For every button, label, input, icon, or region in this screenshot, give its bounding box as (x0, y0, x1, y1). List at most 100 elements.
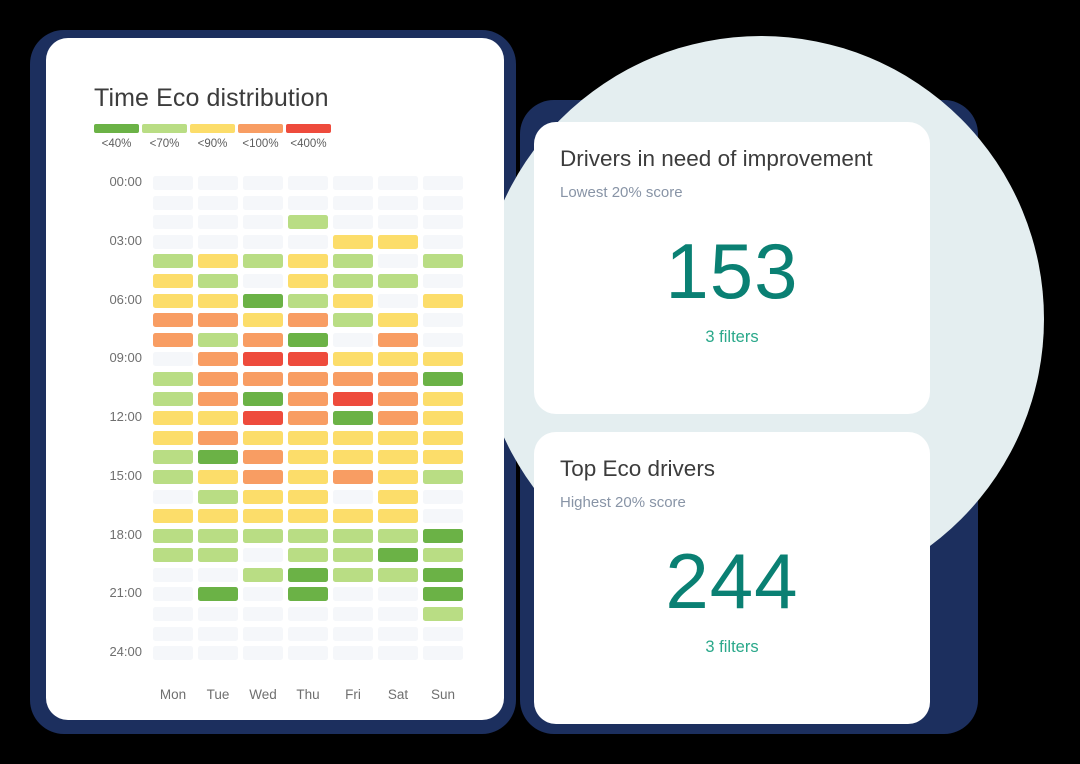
heatmap-cell[interactable] (198, 176, 238, 190)
heatmap-cell[interactable] (198, 234, 238, 249)
heatmap-cell[interactable] (423, 391, 463, 406)
heatmap-cell[interactable] (198, 430, 238, 445)
heatmap-cell[interactable] (423, 215, 463, 230)
heatmap-cell[interactable] (378, 489, 418, 504)
heatmap-cell[interactable] (378, 450, 418, 465)
heatmap-cell[interactable] (423, 313, 463, 328)
heatmap-cell[interactable] (243, 371, 283, 386)
heatmap-cell[interactable] (288, 195, 328, 210)
heatmap-cell[interactable] (333, 450, 373, 465)
heatmap-cell[interactable] (423, 548, 463, 563)
heatmap-cell[interactable] (423, 567, 463, 582)
heatmap-cell[interactable] (153, 234, 193, 249)
heatmap-cell[interactable] (333, 469, 373, 484)
heatmap-cell[interactable] (153, 607, 193, 622)
heatmap-cell[interactable] (378, 626, 418, 641)
heatmap-cell[interactable] (333, 626, 373, 641)
heatmap-cell[interactable] (243, 430, 283, 445)
heatmap-cell[interactable] (153, 587, 193, 602)
heatmap-cell[interactable] (198, 489, 238, 504)
heatmap-cell[interactable] (153, 254, 193, 269)
heatmap-cell[interactable] (333, 548, 373, 563)
heatmap-cell[interactable] (198, 215, 238, 230)
heatmap-cell[interactable] (198, 411, 238, 426)
heatmap-cell[interactable] (333, 195, 373, 210)
heatmap-cell[interactable] (288, 176, 328, 190)
heatmap-cell[interactable] (153, 313, 193, 328)
heatmap-cell[interactable] (423, 607, 463, 622)
heatmap-cell[interactable] (243, 313, 283, 328)
heatmap-cell[interactable] (378, 254, 418, 269)
heatmap-cell[interactable] (378, 391, 418, 406)
heatmap-cell[interactable] (333, 567, 373, 582)
heatmap-cell[interactable] (333, 489, 373, 504)
heatmap-cell[interactable] (423, 352, 463, 367)
heatmap-cell[interactable] (333, 509, 373, 524)
heatmap-cell[interactable] (378, 607, 418, 622)
heatmap-cell[interactable] (288, 254, 328, 269)
heatmap-cell[interactable] (198, 293, 238, 308)
heatmap-cell[interactable] (423, 293, 463, 308)
heatmap-cell[interactable] (153, 528, 193, 543)
heatmap-cell[interactable] (198, 332, 238, 347)
heatmap-cell[interactable] (198, 352, 238, 367)
heatmap-cell[interactable] (243, 293, 283, 308)
heatmap-cell[interactable] (378, 548, 418, 563)
heatmap-cell[interactable] (288, 469, 328, 484)
heatmap-cell[interactable] (243, 215, 283, 230)
heatmap-cell[interactable] (243, 195, 283, 210)
heatmap-cell[interactable] (153, 450, 193, 465)
heatmap-cell[interactable] (333, 313, 373, 328)
heatmap-cell[interactable] (423, 176, 463, 190)
heatmap-cell[interactable] (153, 646, 193, 661)
heatmap-cell[interactable] (333, 215, 373, 230)
heatmap-cell[interactable] (198, 371, 238, 386)
heatmap-cell[interactable] (423, 273, 463, 288)
heatmap-cell[interactable] (198, 626, 238, 641)
heatmap-cell[interactable] (423, 528, 463, 543)
heatmap-cell[interactable] (378, 215, 418, 230)
heatmap-cell[interactable] (288, 371, 328, 386)
heatmap-cell[interactable] (423, 332, 463, 347)
heatmap-cell[interactable] (153, 352, 193, 367)
heatmap-cell[interactable] (243, 528, 283, 543)
heatmap-cell[interactable] (423, 234, 463, 249)
heatmap-cell[interactable] (153, 567, 193, 582)
heatmap-cell[interactable] (198, 469, 238, 484)
heatmap-cell[interactable] (333, 352, 373, 367)
heatmap-cell[interactable] (378, 411, 418, 426)
heatmap-cell[interactable] (333, 411, 373, 426)
heatmap-cell[interactable] (198, 528, 238, 543)
heatmap-cell[interactable] (243, 646, 283, 661)
heatmap-cell[interactable] (153, 430, 193, 445)
heatmap-cell[interactable] (288, 646, 328, 661)
heatmap-cell[interactable] (153, 509, 193, 524)
heatmap-cell[interactable] (333, 293, 373, 308)
heatmap-cell[interactable] (423, 411, 463, 426)
heatmap-cell[interactable] (288, 626, 328, 641)
heatmap-cell[interactable] (378, 313, 418, 328)
heatmap-cell[interactable] (198, 587, 238, 602)
heatmap-cell[interactable] (153, 469, 193, 484)
heatmap-cell[interactable] (288, 567, 328, 582)
heatmap-cell[interactable] (423, 587, 463, 602)
heatmap-cell[interactable] (288, 489, 328, 504)
heatmap-cell[interactable] (378, 567, 418, 582)
heatmap-cell[interactable] (153, 489, 193, 504)
heatmap-cell[interactable] (333, 371, 373, 386)
heatmap-cell[interactable] (153, 176, 193, 190)
heatmap-cell[interactable] (378, 332, 418, 347)
heatmap-cell[interactable] (378, 509, 418, 524)
heatmap-cell[interactable] (198, 607, 238, 622)
heatmap-cell[interactable] (378, 273, 418, 288)
heatmap-cell[interactable] (198, 567, 238, 582)
heatmap-cell[interactable] (378, 195, 418, 210)
heatmap-cell[interactable] (243, 469, 283, 484)
heatmap-cell[interactable] (198, 646, 238, 661)
heatmap-cell[interactable] (333, 607, 373, 622)
heatmap-cell[interactable] (378, 293, 418, 308)
heatmap-cell[interactable] (243, 509, 283, 524)
heatmap-cell[interactable] (243, 332, 283, 347)
heatmap-cell[interactable] (153, 293, 193, 308)
heatmap-cell[interactable] (423, 509, 463, 524)
